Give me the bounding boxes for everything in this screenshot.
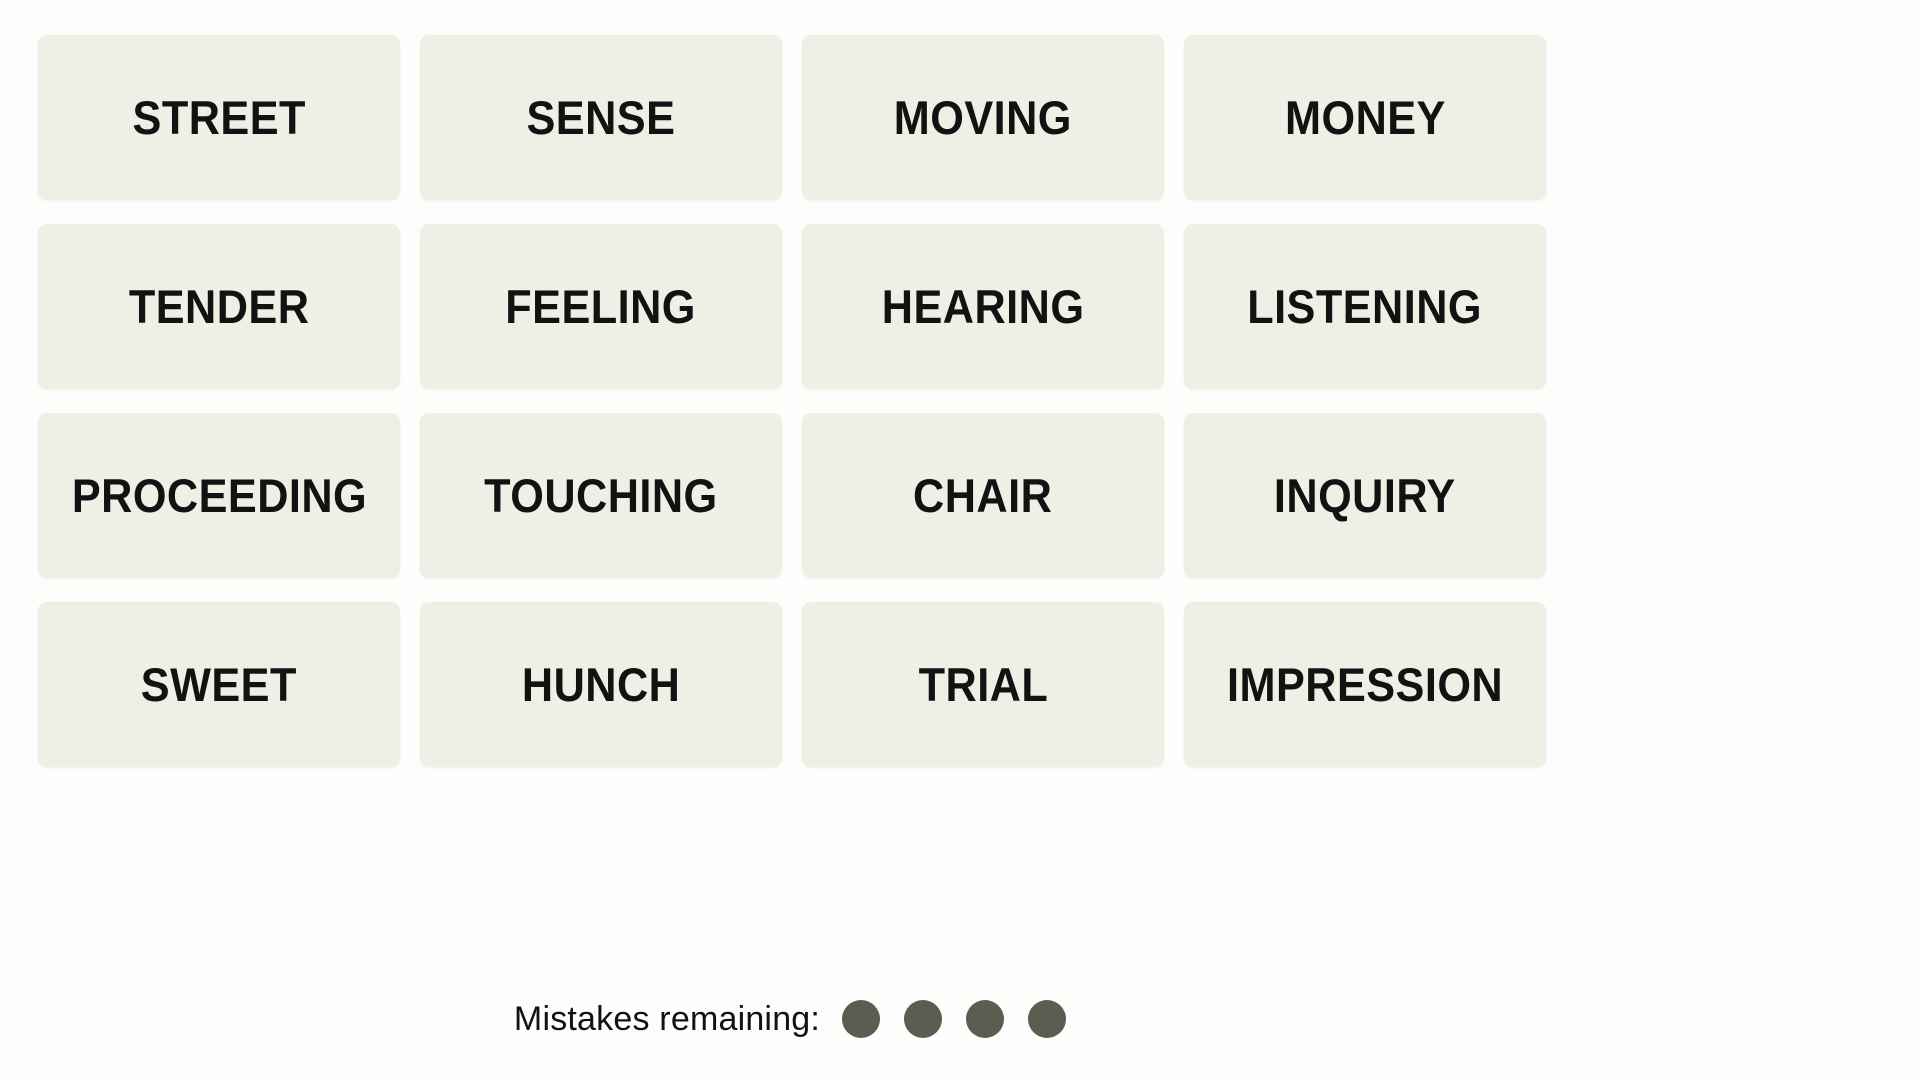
word-tile-label: TRIAL: [918, 658, 1048, 711]
mistake-dot: [842, 1000, 881, 1038]
word-tile-label: INQUIRY: [1274, 469, 1456, 522]
word-tile[interactable]: HEARING: [802, 224, 1164, 389]
mistakes-remaining-row: Mistakes remaining:: [0, 1000, 1580, 1038]
word-tile[interactable]: CHAIR: [802, 413, 1164, 578]
word-tile-label: SWEET: [140, 658, 298, 711]
word-tile[interactable]: LISTENING: [1184, 224, 1546, 389]
word-tile[interactable]: INQUIRY: [1184, 413, 1546, 578]
word-tile[interactable]: HUNCH: [420, 602, 782, 767]
word-tile[interactable]: TRIAL: [802, 602, 1164, 767]
word-tile-label: HEARING: [881, 280, 1085, 333]
connections-game-board: STREET SENSE MOVING MONEY TENDER FEELING HEARI…: [0, 0, 1920, 1080]
word-tile-label: TOUCHING: [484, 469, 718, 522]
word-tile[interactable]: STREET: [38, 35, 400, 200]
word-tile-label: STREET: [132, 91, 306, 144]
word-tile[interactable]: TOUCHING: [420, 413, 782, 578]
word-tile-label: MOVING: [893, 91, 1073, 144]
word-tile-label: HUNCH: [521, 658, 681, 711]
word-tile-label: CHAIR: [913, 469, 1053, 522]
word-tile[interactable]: TENDER: [38, 224, 400, 389]
word-tile[interactable]: MOVING: [802, 35, 1164, 200]
word-tile[interactable]: PROCEEDING: [38, 413, 400, 578]
mistake-dot: [904, 1000, 943, 1038]
word-tile-label: TENDER: [128, 280, 310, 333]
word-tile-label: MONEY: [1284, 91, 1446, 144]
word-tile[interactable]: SWEET: [38, 602, 400, 767]
word-tile[interactable]: MONEY: [1184, 35, 1546, 200]
word-tile[interactable]: FEELING: [420, 224, 782, 389]
mistake-dot-group: [842, 1000, 1067, 1038]
word-tile-label: PROCEEDING: [71, 469, 367, 522]
mistakes-remaining-label: Mistakes remaining:: [513, 1000, 821, 1038]
word-tile[interactable]: SENSE: [420, 35, 782, 200]
word-tile-label: IMPRESSION: [1226, 658, 1504, 711]
word-tile-label: LISTENING: [1247, 280, 1483, 333]
word-tile-label: SENSE: [526, 91, 676, 144]
mistake-dot: [1028, 1000, 1067, 1038]
mistake-dot: [966, 1000, 1005, 1038]
word-tile-label: FEELING: [505, 280, 697, 333]
word-tile-grid: STREET SENSE MOVING MONEY TENDER FEELING HEARI…: [38, 35, 1548, 767]
word-tile[interactable]: IMPRESSION: [1184, 602, 1546, 767]
